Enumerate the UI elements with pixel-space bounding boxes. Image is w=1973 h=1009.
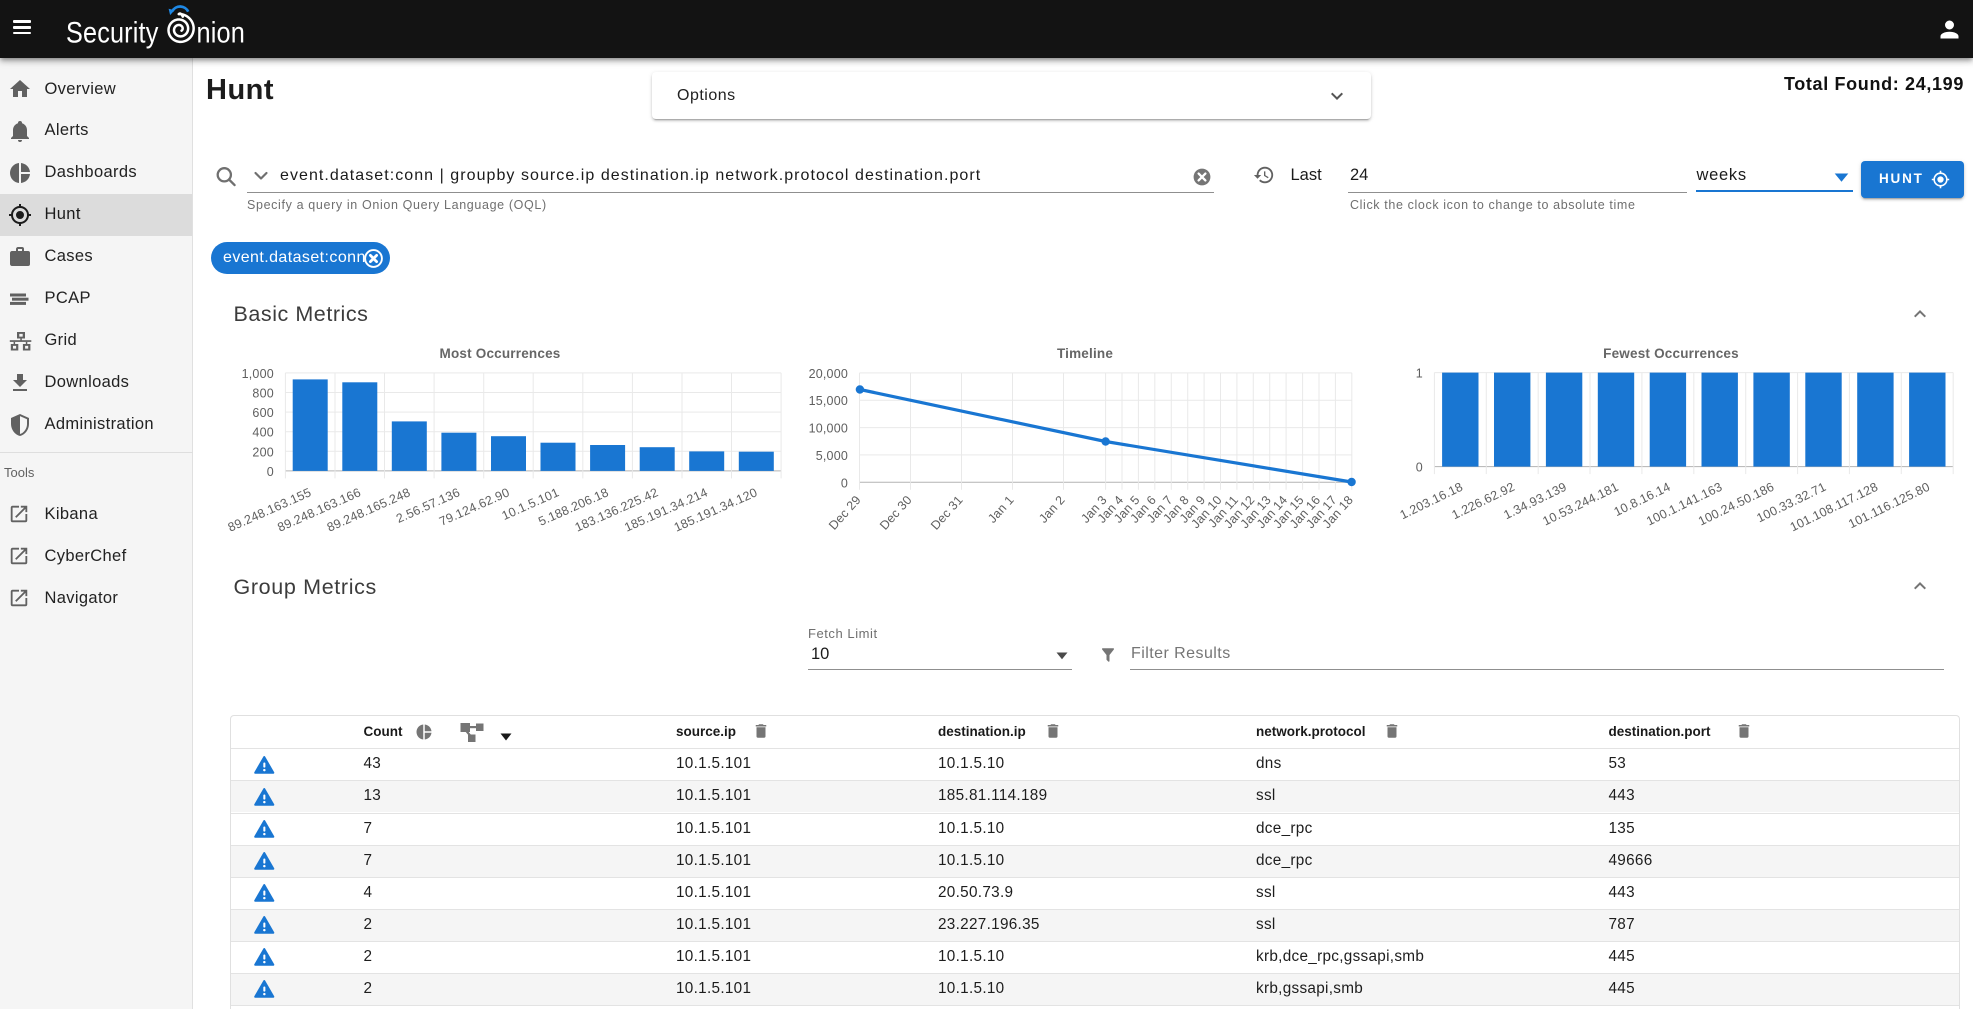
svg-text:0: 0 [841, 476, 848, 490]
svg-text:5,000: 5,000 [816, 449, 848, 463]
svg-text:0: 0 [267, 465, 274, 479]
svg-text:Dec 29: Dec 29 [826, 493, 864, 533]
svg-text:Jan 1: Jan 1 [985, 493, 1017, 526]
svg-text:Dec 31: Dec 31 [928, 493, 966, 533]
svg-text:200: 200 [252, 445, 273, 459]
svg-text:Dec 30: Dec 30 [877, 493, 915, 533]
svg-text:1: 1 [1416, 367, 1423, 381]
svg-text:400: 400 [252, 426, 273, 440]
svg-text:185.191.34.120: 185.191.34.120 [672, 485, 760, 534]
svg-text:Fewest Occurrences: Fewest Occurrences [1603, 346, 1739, 361]
svg-text:101.108.117.128: 101.108.117.128 [1788, 480, 1880, 535]
svg-text:Timeline: Timeline [1057, 346, 1113, 361]
svg-text:800: 800 [252, 387, 273, 401]
svg-text:10,000: 10,000 [809, 422, 848, 436]
svg-text:Jan 2: Jan 2 [1036, 493, 1068, 526]
svg-text:20,000: 20,000 [809, 367, 848, 381]
svg-text:Most Occurrences: Most Occurrences [440, 346, 561, 361]
svg-text:15,000: 15,000 [809, 394, 848, 408]
svg-text:0: 0 [1416, 461, 1423, 475]
svg-text:600: 600 [252, 406, 273, 420]
svg-text:1,000: 1,000 [242, 367, 274, 381]
